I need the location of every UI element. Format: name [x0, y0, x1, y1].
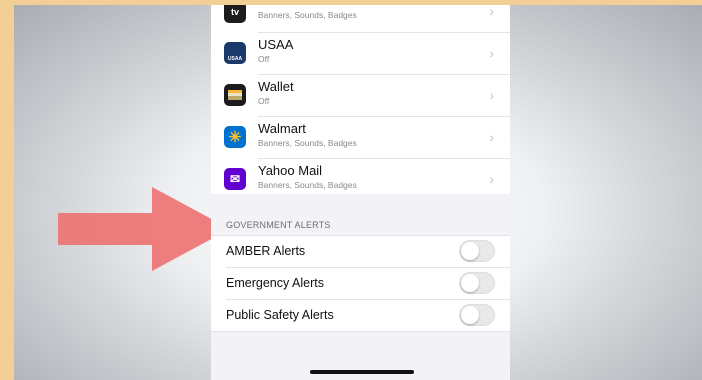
emergency-alerts-toggle[interactable]	[459, 272, 495, 294]
emergency-alerts-row: Emergency Alerts	[211, 268, 510, 299]
app-notification-list: tv Banners, Sounds, Badges › USAA USAA O…	[211, 5, 510, 194]
public-safety-alerts-label: Public Safety Alerts	[226, 308, 334, 322]
toggle-knob	[461, 242, 479, 260]
app-row-apple-tv[interactable]: tv Banners, Sounds, Badges ›	[211, 5, 510, 33]
toggle-knob	[461, 306, 479, 324]
home-indicator[interactable]	[310, 370, 414, 374]
app-title: USAA	[258, 37, 294, 52]
app-title: Wallet	[258, 79, 294, 94]
app-subtitle: Banners, Sounds, Badges	[258, 180, 357, 190]
app-title: Walmart	[258, 121, 306, 136]
appletv-icon: tv	[224, 5, 246, 23]
yahoo-mail-icon: ✉	[224, 168, 246, 190]
chevron-right-icon: ›	[489, 129, 494, 145]
amber-alerts-row: AMBER Alerts	[211, 236, 510, 267]
phone-screen: tv Banners, Sounds, Badges › USAA USAA O…	[211, 5, 510, 380]
app-subtitle: Off	[258, 54, 270, 64]
wallet-icon	[224, 84, 246, 106]
app-row-walmart[interactable]: ✳ Walmart Banners, Sounds, Badges ›	[211, 116, 510, 158]
app-subtitle: Banners, Sounds, Badges	[258, 10, 357, 20]
chevron-right-icon: ›	[489, 45, 494, 61]
public-safety-alerts-row: Public Safety Alerts	[211, 300, 510, 331]
app-subtitle: Off	[258, 96, 270, 106]
chevron-right-icon: ›	[489, 87, 494, 103]
app-row-yahoo-mail[interactable]: ✉ Yahoo Mail Banners, Sounds, Badges ›	[211, 158, 510, 200]
app-row-usaa[interactable]: USAA USAA Off ›	[211, 32, 510, 74]
app-row-wallet[interactable]: Wallet Off ›	[211, 74, 510, 116]
chevron-right-icon: ›	[489, 171, 494, 187]
wallet-cards-icon	[228, 90, 242, 100]
divider	[211, 331, 510, 332]
section-header-government-alerts: GOVERNMENT ALERTS	[226, 220, 331, 230]
app-subtitle: Banners, Sounds, Badges	[258, 138, 357, 148]
public-safety-alerts-toggle[interactable]	[459, 304, 495, 326]
toggle-knob	[461, 274, 479, 292]
amber-alerts-toggle[interactable]	[459, 240, 495, 262]
emergency-alerts-label: Emergency Alerts	[226, 276, 324, 290]
arrow-pointer-icon	[58, 187, 230, 271]
usaa-icon: USAA	[224, 42, 246, 64]
app-title: Yahoo Mail	[258, 163, 323, 178]
video-frame: tv Banners, Sounds, Badges › USAA USAA O…	[14, 5, 702, 380]
walmart-icon: ✳	[224, 126, 246, 148]
government-alerts-list: AMBER Alerts Emergency Alerts Public Saf…	[211, 235, 510, 332]
amber-alerts-label: AMBER Alerts	[226, 244, 306, 258]
chevron-right-icon: ›	[489, 5, 494, 19]
